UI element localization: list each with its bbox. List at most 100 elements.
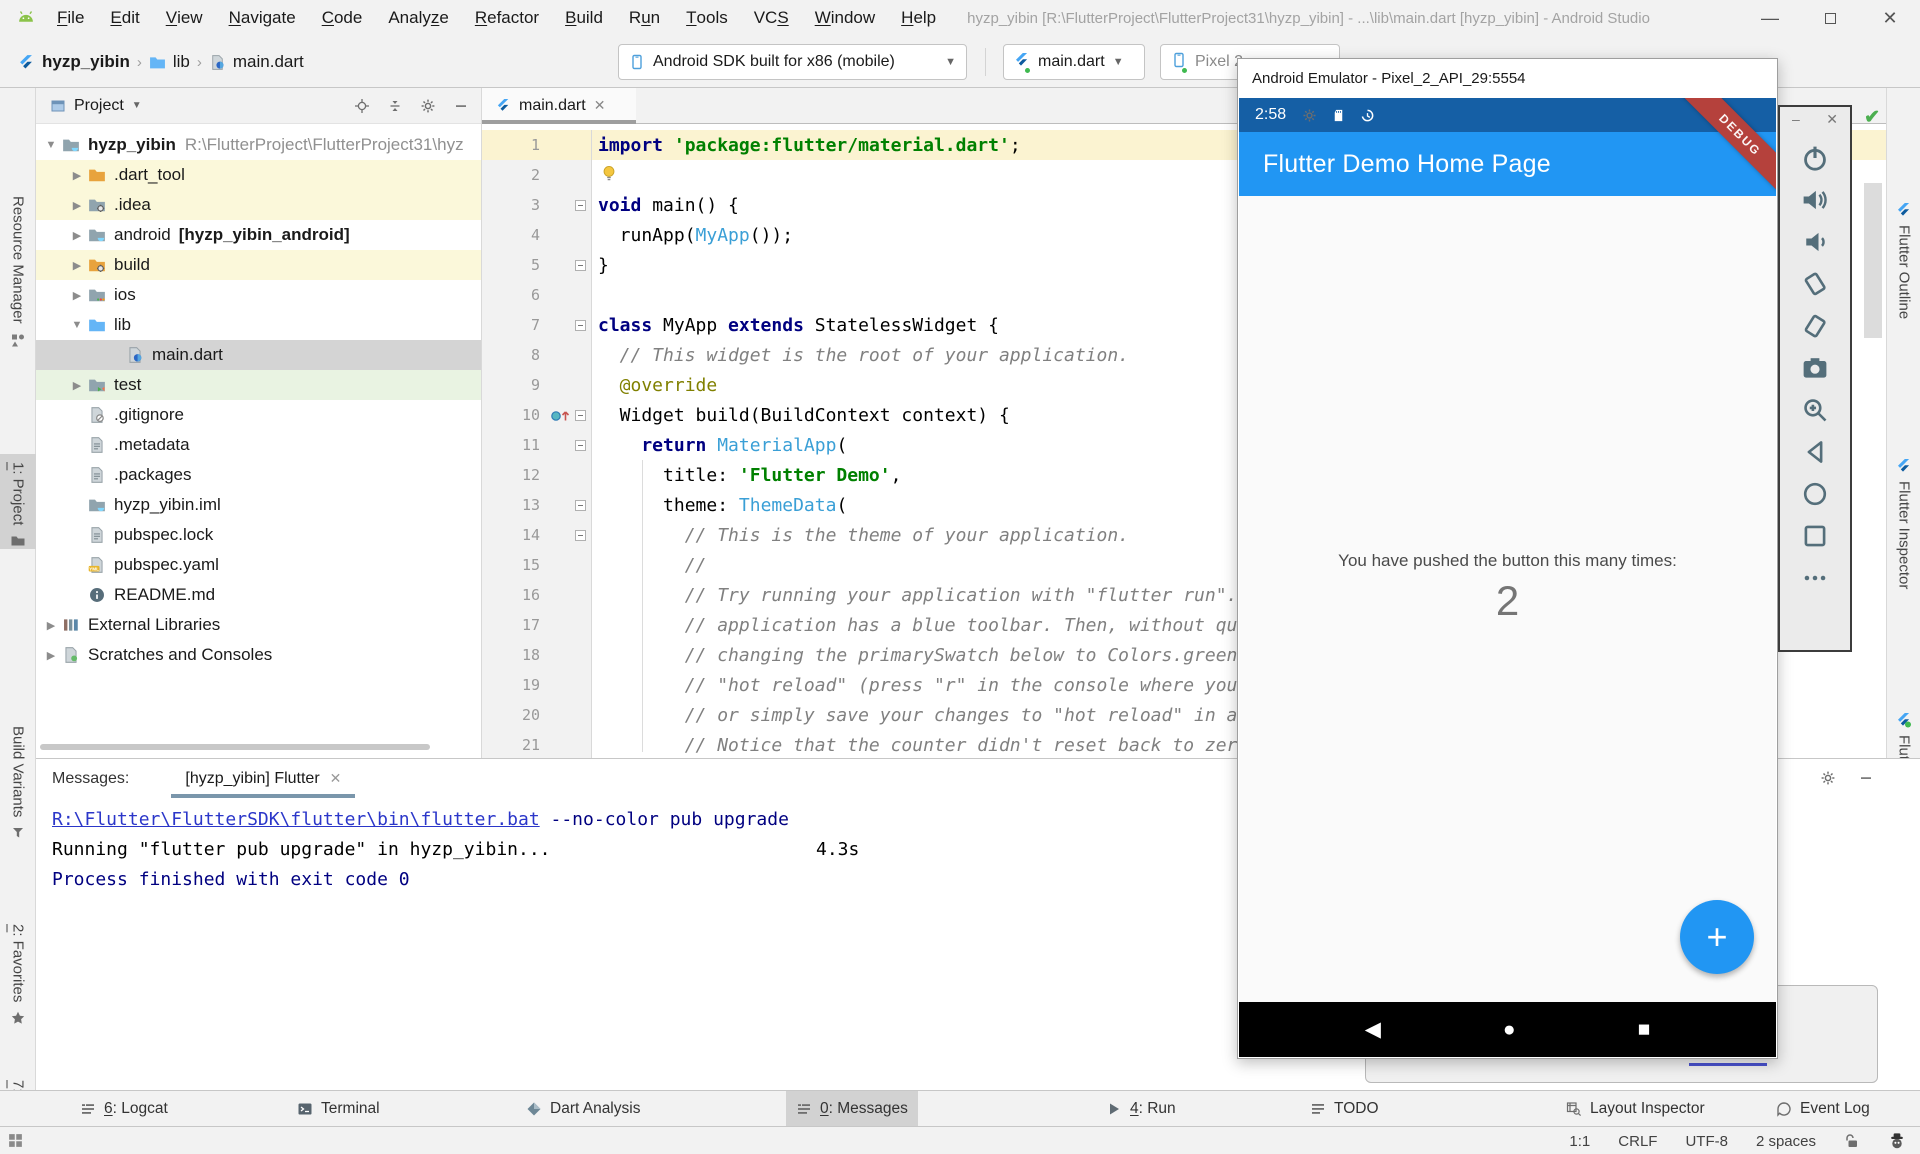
tree-item-external-libraries[interactable]: ▶External Libraries bbox=[36, 610, 481, 640]
project-panel-header[interactable]: Project ▼ bbox=[36, 88, 481, 124]
menu-vcs[interactable]: VCS bbox=[741, 0, 802, 36]
menu-build[interactable]: Build bbox=[552, 0, 616, 36]
status-segment[interactable]: CRLF bbox=[1618, 1133, 1657, 1150]
breadcrumb-item[interactable]: main.dart bbox=[233, 52, 304, 72]
menu-code[interactable]: Code bbox=[309, 0, 376, 36]
toolwindow-button-layout-inspector[interactable]: Layout Inspector bbox=[1556, 1091, 1715, 1126]
device-selector-dropdown[interactable]: Android SDK built for x86 (mobile)▼ bbox=[618, 44, 967, 80]
menu-analyze[interactable]: Analyze bbox=[375, 0, 462, 36]
hide-icon[interactable] bbox=[453, 98, 469, 114]
android-nav-bar[interactable]: ◀ ● ■ bbox=[1239, 1002, 1776, 1057]
tree-item-pubspec-lock[interactable]: pubspec.lock bbox=[36, 520, 481, 550]
run-config-dropdown[interactable]: main.dart▼ bbox=[1003, 44, 1145, 80]
fold-open-icon[interactable] bbox=[575, 410, 586, 421]
close-window-icon[interactable]: ✕ bbox=[1860, 0, 1920, 36]
close-icon[interactable]: ✕ bbox=[1826, 111, 1838, 128]
tree-item--gitignore[interactable]: .gitignore bbox=[36, 400, 481, 430]
fold-open-icon[interactable] bbox=[575, 440, 586, 451]
inspection-ok-icon[interactable]: ✔ bbox=[1864, 106, 1880, 129]
lock-open-icon[interactable] bbox=[1844, 1133, 1860, 1149]
tree-item-lib[interactable]: ▼lib bbox=[36, 310, 481, 340]
status-segment[interactable]: 2 spaces bbox=[1756, 1133, 1816, 1150]
dock-tab-resource-manager[interactable]: Resource Manager bbox=[0, 188, 36, 348]
emu-zoom-in-icon[interactable] bbox=[1801, 396, 1829, 424]
fold-open-icon[interactable] bbox=[575, 500, 586, 511]
tree-item--dart-tool[interactable]: ▶.dart_tool bbox=[36, 160, 481, 190]
dock-tab-flutter-inspector[interactable]: Flutter Inspector bbox=[1887, 458, 1920, 589]
project-tree-hscrollbar[interactable] bbox=[40, 744, 430, 750]
emulator-window[interactable]: Android Emulator - Pixel_2_API_29:5554 2… bbox=[1237, 58, 1778, 1059]
tree-collapsed-arrow-icon[interactable]: ▶ bbox=[66, 169, 88, 182]
tree-expanded-arrow-icon[interactable]: ▼ bbox=[40, 139, 62, 151]
tree-collapsed-arrow-icon[interactable]: ▶ bbox=[40, 619, 62, 632]
tree-item-android[interactable]: ▶android[hyzp_yibin_android] bbox=[36, 220, 481, 250]
menu-navigate[interactable]: Navigate bbox=[216, 0, 309, 36]
nav-overview-icon[interactable]: ■ bbox=[1638, 1018, 1651, 1042]
menu-view[interactable]: View bbox=[153, 0, 216, 36]
nav-back-icon[interactable]: ◀ bbox=[1365, 1017, 1381, 1042]
tree-item-scratches-and-consoles[interactable]: ▶Scratches and Consoles bbox=[36, 640, 481, 670]
fold-open-icon[interactable] bbox=[575, 320, 586, 331]
tree-item-pubspec-yaml[interactable]: YMLpubspec.yaml bbox=[36, 550, 481, 580]
toolwindow-button-4-run[interactable]: 4: Run bbox=[1096, 1091, 1186, 1126]
tree-item-hyzp-yibin[interactable]: ▼hyzp_yibinR:\FlutterProject\FlutterProj… bbox=[36, 130, 481, 160]
tree-item--idea[interactable]: ▶.idea bbox=[36, 190, 481, 220]
emu-rotate-right-icon[interactable] bbox=[1801, 312, 1829, 340]
emu-volume-down-icon[interactable] bbox=[1801, 228, 1829, 256]
toolwindow-button-todo[interactable]: TODO bbox=[1300, 1091, 1389, 1126]
breadcrumb-item[interactable]: lib bbox=[173, 52, 190, 72]
emu-power-icon[interactable] bbox=[1801, 144, 1829, 172]
tree-collapsed-arrow-icon[interactable]: ▶ bbox=[66, 289, 88, 302]
emu-nav-overview-icon[interactable] bbox=[1801, 522, 1829, 550]
dock-tab-build-variants[interactable]: Build Variants bbox=[0, 718, 36, 841]
editor-scrollbar[interactable] bbox=[1864, 183, 1882, 338]
dock-tab-flutter-outline[interactable]: Flutter Outline bbox=[1887, 202, 1920, 319]
hector-inspector-icon[interactable] bbox=[1888, 1132, 1906, 1150]
tree-collapsed-arrow-icon[interactable]: ▶ bbox=[66, 259, 88, 272]
toolwindow-button-terminal[interactable]: Terminal bbox=[287, 1091, 390, 1126]
tree-item-hyzp-yibin-iml[interactable]: hyzp_yibin.iml bbox=[36, 490, 481, 520]
tree-collapsed-arrow-icon[interactable]: ▶ bbox=[66, 379, 88, 392]
messages-tab-flutter[interactable]: [hyzp_yibin] Flutter ✕ bbox=[171, 759, 355, 798]
emu-volume-up-icon[interactable] bbox=[1801, 186, 1829, 214]
minimize-icon[interactable]: – bbox=[1792, 111, 1800, 128]
breadcrumb-item[interactable]: hyzp_yibin bbox=[42, 52, 130, 72]
tree-item-build[interactable]: ▶build bbox=[36, 250, 481, 280]
toolwindow-button-0-messages[interactable]: 0: Messages bbox=[786, 1091, 918, 1126]
status-segment[interactable]: UTF-8 bbox=[1685, 1133, 1728, 1150]
settings-icon[interactable] bbox=[420, 98, 436, 114]
menu-run[interactable]: Run bbox=[616, 0, 673, 36]
tree-item--packages[interactable]: .packages bbox=[36, 460, 481, 490]
close-tab-icon[interactable]: ✕ bbox=[594, 97, 606, 114]
tree-collapsed-arrow-icon[interactable]: ▶ bbox=[66, 199, 88, 212]
tree-item-ios[interactable]: ▶ios bbox=[36, 280, 481, 310]
tree-item--metadata[interactable]: .metadata bbox=[36, 430, 481, 460]
fold-open-icon[interactable] bbox=[575, 200, 586, 211]
emu-nav-home-icon[interactable] bbox=[1801, 480, 1829, 508]
emu-more-icon[interactable] bbox=[1801, 564, 1829, 592]
menu-file[interactable]: File bbox=[44, 0, 97, 36]
toolwindow-button-6-logcat[interactable]: 6: Logcat bbox=[70, 1091, 178, 1126]
tree-item-main-dart[interactable]: main.dart bbox=[36, 340, 481, 370]
toolwindow-button-dart-analysis[interactable]: Dart Analysis bbox=[516, 1091, 650, 1126]
dock-tab-1-project[interactable]: 1: Project bbox=[0, 454, 36, 549]
emulator-screen[interactable]: 2:58 Flutter Demo Home Page DEBUG You ha… bbox=[1239, 98, 1776, 1057]
emu-nav-back-icon[interactable] bbox=[1801, 438, 1829, 466]
fold-end-icon[interactable] bbox=[575, 260, 586, 271]
menu-edit[interactable]: Edit bbox=[97, 0, 152, 36]
tab-main-dart[interactable]: main.dart ✕ bbox=[482, 88, 636, 123]
menu-help[interactable]: Help bbox=[888, 0, 949, 36]
menu-refactor[interactable]: Refactor bbox=[462, 0, 552, 36]
close-icon[interactable]: ✕ bbox=[330, 770, 342, 787]
console-link[interactable]: R:\Flutter\FlutterSDK\flutter\bin\flutte… bbox=[52, 809, 540, 830]
status-segment[interactable]: 1:1 bbox=[1569, 1133, 1590, 1150]
emu-camera-icon[interactable] bbox=[1801, 354, 1829, 382]
tree-item-readme-md[interactable]: README.md bbox=[36, 580, 481, 610]
emu-rotate-left-icon[interactable] bbox=[1801, 270, 1829, 298]
locate-icon[interactable] bbox=[354, 98, 370, 114]
fold-open-icon[interactable] bbox=[575, 530, 586, 541]
tool-window-switcher-icon[interactable] bbox=[7, 1132, 24, 1154]
tree-collapsed-arrow-icon[interactable]: ▶ bbox=[66, 229, 88, 242]
settings-icon[interactable] bbox=[1820, 770, 1836, 786]
tree-item-test[interactable]: ▶test bbox=[36, 370, 481, 400]
